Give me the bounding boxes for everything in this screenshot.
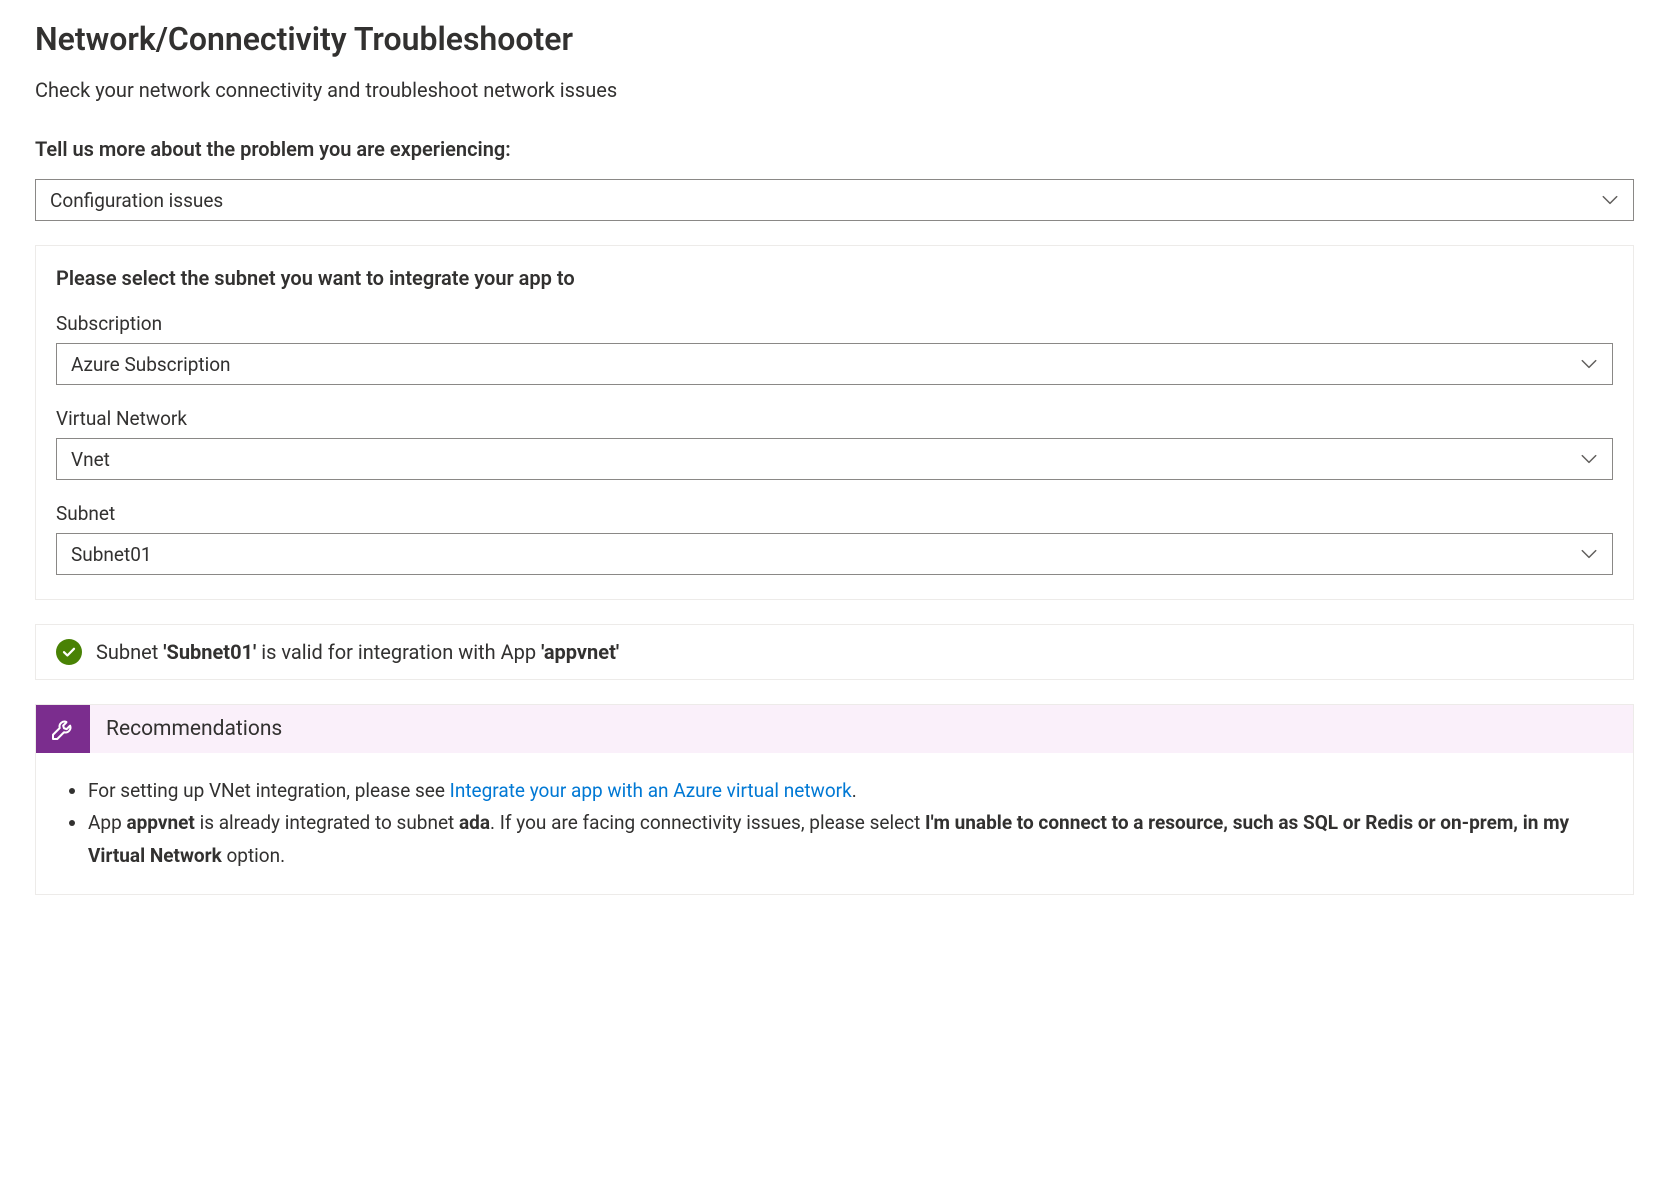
subscription-dropdown[interactable]: Azure Subscription (56, 343, 1613, 385)
vnet-integration-link[interactable]: Integrate your app with an Azure virtual… (450, 779, 852, 802)
status-middle: is valid for integration with App (256, 640, 541, 664)
problem-prompt-label: Tell us more about the problem you are e… (35, 137, 1634, 161)
wrench-icon (36, 705, 90, 753)
status-app-name: 'appvnet' (541, 640, 619, 664)
chevron-down-icon (1580, 355, 1598, 373)
page-title: Network/Connectivity Troubleshooter (35, 20, 1634, 58)
rec2-t4: option. (222, 844, 285, 867)
subscription-dropdown-value: Azure Subscription (71, 353, 231, 376)
subnet-panel-heading: Please select the subnet you want to int… (56, 266, 1613, 290)
validation-status: Subnet 'Subnet01' is valid for integrati… (35, 624, 1634, 680)
problem-dropdown-value: Configuration issues (50, 189, 223, 212)
status-subnet-name: 'Subnet01' (163, 640, 256, 664)
check-circle-icon (56, 639, 82, 665)
vnet-dropdown[interactable]: Vnet (56, 438, 1613, 480)
problem-dropdown[interactable]: Configuration issues (35, 179, 1634, 221)
rec1-pre: For setting up VNet integration, please … (88, 779, 450, 802)
recommendation-item: App appvnet is already integrated to sub… (88, 807, 1605, 872)
subnet-dropdown-value: Subnet01 (71, 543, 152, 566)
rec2-t2: is already integrated to subnet (195, 811, 459, 834)
chevron-down-icon (1580, 450, 1598, 468)
recommendations-body: For setting up VNet integration, please … (36, 753, 1633, 894)
subscription-label: Subscription (56, 312, 1613, 335)
rec2-b1: appvnet (126, 811, 194, 834)
status-prefix: Subnet (96, 640, 163, 664)
recommendations-section: Recommendations For setting up VNet inte… (35, 704, 1634, 895)
vnet-label: Virtual Network (56, 407, 1613, 430)
recommendations-header: Recommendations (36, 705, 1633, 753)
vnet-dropdown-value: Vnet (71, 448, 110, 471)
rec2-t3: . If you are facing connectivity issues,… (490, 811, 925, 834)
chevron-down-icon (1580, 545, 1598, 563)
subnet-label: Subnet (56, 502, 1613, 525)
subnet-selection-panel: Please select the subnet you want to int… (35, 245, 1634, 600)
rec2-t1: App (88, 811, 126, 834)
validation-status-text: Subnet 'Subnet01' is valid for integrati… (96, 640, 619, 664)
chevron-down-icon (1601, 191, 1619, 209)
page-subtitle: Check your network connectivity and trou… (35, 78, 1634, 102)
recommendation-item: For setting up VNet integration, please … (88, 775, 1605, 807)
rec2-b2: ada (459, 811, 490, 834)
subnet-dropdown[interactable]: Subnet01 (56, 533, 1613, 575)
recommendations-title: Recommendations (90, 705, 298, 753)
rec1-post: . (852, 779, 857, 802)
